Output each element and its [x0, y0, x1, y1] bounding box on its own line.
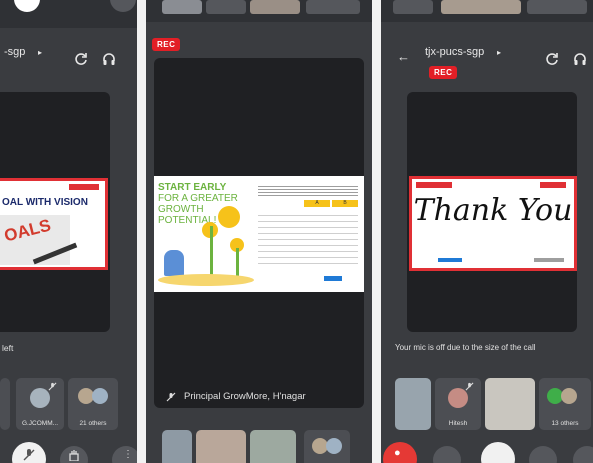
- plant-stem: [210, 226, 213, 276]
- child-illustration: [164, 250, 184, 276]
- rec-badge: REC: [429, 66, 458, 79]
- mic-off-button[interactable]: [12, 442, 46, 463]
- others-tile[interactable]: [304, 430, 350, 463]
- meeting-panel-right: ← tjx-pucs-sgp ▸ REC Thank You Your mic …: [381, 0, 593, 463]
- participant-thumb[interactable]: [306, 0, 360, 14]
- participant-tile[interactable]: [196, 430, 246, 463]
- column-header: A: [304, 200, 330, 207]
- participant-name: Hitesh: [448, 420, 468, 427]
- hand-icon: [69, 450, 79, 461]
- avatar: [326, 438, 342, 454]
- participant-tile[interactable]: [162, 430, 192, 463]
- chevron-right-icon[interactable]: ▸: [497, 48, 501, 57]
- column-header: B: [332, 200, 358, 207]
- end-call-button[interactable]: ●: [383, 442, 417, 463]
- participant-strip-top: [381, 0, 593, 22]
- others-count: 13 others: [551, 420, 579, 427]
- avatar: [92, 388, 108, 404]
- mic-off-icon: [23, 449, 35, 461]
- camera-flip-icon[interactable]: [545, 52, 559, 66]
- hand-button[interactable]: [60, 446, 88, 463]
- mic-off-icon: [48, 382, 57, 391]
- status-caption: left: [2, 343, 14, 353]
- participant-thumb[interactable]: [250, 0, 300, 14]
- participant-tile[interactable]: [250, 430, 296, 463]
- participant-tile[interactable]: [0, 378, 10, 430]
- presentation-slide: START EARLY FOR A GREATER GROWTH POTENTI…: [154, 176, 364, 292]
- mic-off-icon: [465, 382, 474, 391]
- slide-table: [258, 210, 358, 268]
- participant-tile[interactable]: G.JCOMM...: [16, 378, 64, 430]
- status-caption: Your mic is off due to the size of the c…: [395, 343, 536, 352]
- slide-paragraph: [258, 184, 358, 196]
- slide-footer-logo: [438, 258, 462, 262]
- meeting-title[interactable]: tjx-pucs-sgp: [425, 46, 484, 58]
- meeting-panel-middle: REC START EARLY FOR A GREATER GROWTH POT…: [146, 0, 372, 463]
- meeting-title[interactable]: -sgp: [4, 46, 25, 58]
- participant-thumb[interactable]: [162, 0, 202, 14]
- plant-stem: [236, 248, 239, 278]
- more-button[interactable]: [573, 446, 593, 463]
- thank-you-text: Thank You: [413, 193, 573, 228]
- others-tile[interactable]: 13 others: [539, 378, 591, 430]
- more-button[interactable]: ⋮: [112, 446, 137, 463]
- participant-tile[interactable]: Hitesh: [435, 378, 481, 430]
- avatar: [561, 388, 577, 404]
- participant-tile[interactable]: [395, 378, 431, 430]
- slide-logo: [69, 184, 99, 190]
- slide-logo: [324, 276, 342, 281]
- presentation-slide: Thank You: [409, 176, 577, 271]
- others-tile[interactable]: 21 others: [68, 378, 118, 430]
- slide-logo: [416, 182, 452, 188]
- avatar: [448, 388, 468, 408]
- others-count: 21 others: [79, 420, 107, 427]
- participant-name: G.JCOMM...: [21, 420, 59, 427]
- slide-footer-text: [534, 258, 564, 262]
- participant-tile[interactable]: [485, 378, 535, 430]
- avatar: [30, 388, 50, 408]
- sunflower-illustration: [218, 206, 240, 228]
- meeting-panel-left: -sgp ▸ OAL WITH VISION OALS left G.JCOMM…: [0, 0, 137, 463]
- rec-badge: REC: [152, 38, 181, 51]
- participant-strip-top: [146, 0, 372, 22]
- participant-strip-top: [0, 0, 137, 28]
- end-call-icon: ●: [394, 447, 401, 459]
- coin-pile: [158, 274, 254, 286]
- control-button[interactable]: [433, 446, 461, 463]
- participant-thumb[interactable]: [527, 0, 587, 14]
- participant-thumb[interactable]: [206, 0, 246, 14]
- more-icon: ⋮: [123, 449, 133, 460]
- headphones-icon[interactable]: [102, 52, 116, 66]
- participant-thumb[interactable]: [441, 0, 521, 14]
- mic-off-icon: [166, 392, 176, 402]
- presenter-name: Principal GrowMore, H'nagar: [184, 391, 306, 402]
- camera-flip-icon[interactable]: [74, 52, 88, 66]
- slide-logo: [540, 182, 566, 188]
- back-arrow-icon[interactable]: ←: [397, 49, 410, 64]
- slide-heading: OAL WITH VISION: [2, 197, 88, 208]
- mic-off-button[interactable]: [481, 442, 515, 463]
- headphones-icon[interactable]: [573, 52, 587, 66]
- control-button[interactable]: [14, 0, 40, 12]
- control-button[interactable]: [110, 0, 136, 12]
- participant-thumb[interactable]: [393, 0, 433, 14]
- hand-button[interactable]: [529, 446, 557, 463]
- presentation-slide: OAL WITH VISION OALS: [0, 178, 108, 270]
- chevron-right-icon[interactable]: ▸: [38, 48, 42, 57]
